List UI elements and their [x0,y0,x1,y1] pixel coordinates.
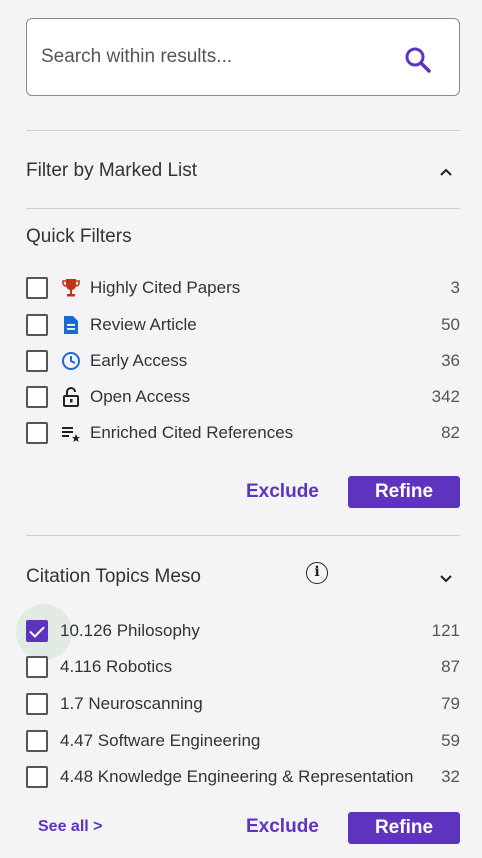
chevron-up-icon[interactable] [436,162,456,182]
filter-panel: Filter by Marked List Quick Filters High… [8,0,474,858]
quick-filter-early-access[interactable]: Early Access 36 [26,347,460,375]
info-icon[interactable]: i [306,562,328,584]
checkbox[interactable] [26,730,48,752]
checkbox[interactable] [26,693,48,715]
filter-label: Review Article [90,315,197,334]
filter-count: 36 [441,351,460,370]
filter-count: 342 [431,387,460,406]
exclude-button[interactable]: Exclude [246,481,319,503]
topic-philosophy[interactable]: 10.126 Philosophy 121 [26,617,460,645]
quick-filter-enriched-cited-references[interactable]: Enriched Cited References 82 [26,419,460,447]
divider [26,535,460,536]
enriched-list-icon [60,422,82,444]
search-icon[interactable] [403,45,433,75]
divider [26,208,460,209]
topic-neuroscanning[interactable]: 1.7 Neuroscanning 79 [26,690,460,718]
quick-filter-open-access[interactable]: Open Access 342 [26,383,460,411]
filter-label: Open Access [90,387,191,406]
checkbox[interactable] [26,386,48,408]
search-input[interactable] [41,19,371,95]
filter-label: Highly Cited Papers [90,278,241,297]
see-all-link[interactable]: See all > [38,818,103,836]
quick-filter-highly-cited[interactable]: Highly Cited Papers 3 [26,274,460,302]
topic-count: 32 [441,767,460,786]
filter-count: 3 [450,278,460,297]
search-box [26,18,460,96]
chevron-down-icon[interactable] [436,568,456,588]
topic-knowledge-engineering[interactable]: 4.48 Knowledge Engineering & Representat… [26,763,460,791]
checkbox[interactable] [26,350,48,372]
topic-robotics[interactable]: 4.116 Robotics 87 [26,653,460,681]
topic-label: 1.7 Neuroscanning [60,694,203,713]
topic-label: 4.116 Robotics [60,657,173,676]
checkbox[interactable] [26,314,48,336]
checkbox-checked[interactable] [26,620,48,642]
quick-filter-review-article[interactable]: Review Article 50 [26,311,460,339]
filter-count: 82 [441,423,460,442]
topic-count: 79 [441,694,460,713]
topic-label: 10.126 Philosophy [60,621,200,640]
filter-label: Enriched Cited References [90,423,294,442]
filter-label: Early Access [90,351,188,370]
quick-filters-title: Quick Filters [26,226,132,247]
topic-label: 4.48 Knowledge Engineering & Representat… [60,767,414,786]
topic-count: 121 [431,621,460,640]
trophy-icon [60,277,82,299]
divider [26,130,460,131]
exclude-button[interactable]: Exclude [246,816,319,838]
document-icon [60,314,82,336]
citation-topics-title: Citation Topics Meso [26,566,201,587]
refine-button[interactable]: Refine [348,476,460,508]
clock-icon [60,350,82,372]
checkbox[interactable] [26,422,48,444]
topic-software-engineering[interactable]: 4.47 Software Engineering 59 [26,727,460,755]
checkbox[interactable] [26,766,48,788]
filter-count: 50 [441,315,460,334]
checkbox[interactable] [26,277,48,299]
unlock-icon [60,386,82,408]
topic-count: 59 [441,731,460,750]
refine-button[interactable]: Refine [348,812,460,844]
marked-list-title: Filter by Marked List [26,160,198,181]
topic-label: 4.47 Software Engineering [60,731,261,750]
checkbox[interactable] [26,656,48,678]
topic-count: 87 [441,657,460,676]
